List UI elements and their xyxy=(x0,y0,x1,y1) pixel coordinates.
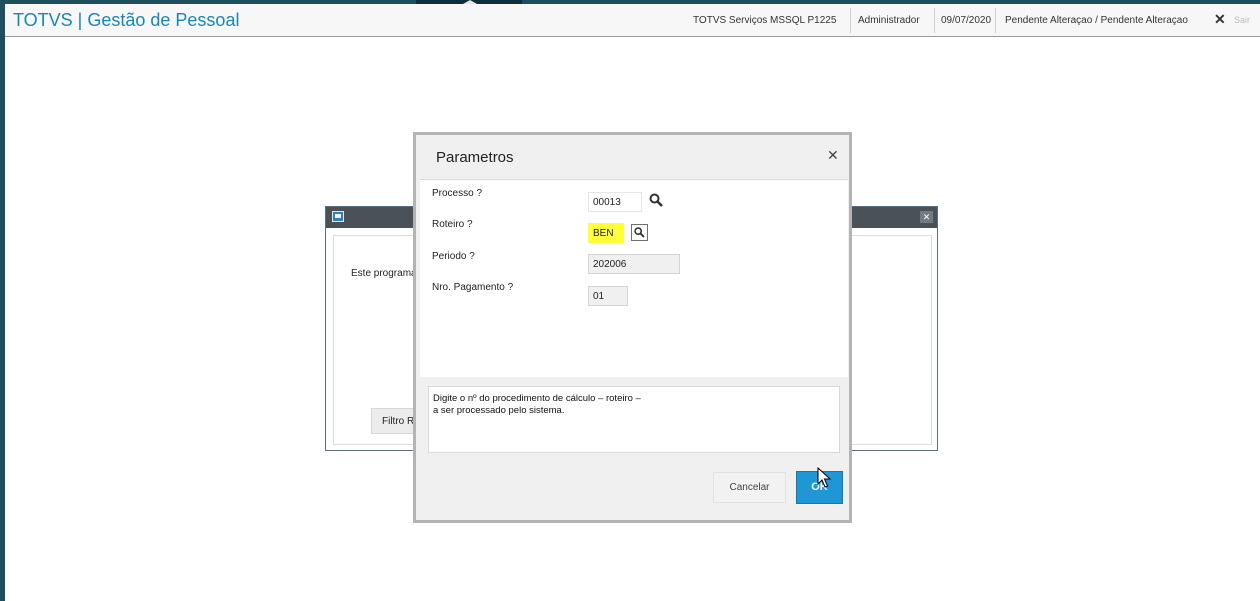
cancel-button[interactable]: Cancelar xyxy=(713,472,786,503)
payment-number-field[interactable]: 01 xyxy=(588,286,628,306)
period-field[interactable]: 202006 xyxy=(588,254,680,274)
parameters-dialog: Parametros ✕ Processo ? 00013 Roteiro ? … xyxy=(413,132,852,523)
payment-number-label: Nro. Pagamento ? xyxy=(432,282,514,293)
exit-label[interactable]: Sair xyxy=(1234,15,1250,25)
help-text-line: a ser processado pelo sistema. xyxy=(433,405,565,416)
search-icon[interactable] xyxy=(648,192,665,209)
close-icon[interactable]: ✕ xyxy=(827,147,839,164)
status-label[interactable]: Pendente Alteraçao / Pendente Alteraçao xyxy=(1005,15,1188,26)
user-label[interactable]: Administrador xyxy=(858,15,920,26)
background-window-text: Este programa xyxy=(351,268,417,279)
period-label: Periodo ? xyxy=(432,251,475,262)
dialog-title: Parametros xyxy=(436,149,514,166)
parameters-panel: Processo ? 00013 Roteiro ? BEN Periodo ?… xyxy=(420,179,848,377)
search-icon[interactable] xyxy=(631,224,648,241)
process-label: Processo ? xyxy=(432,188,483,199)
script-field[interactable]: BEN xyxy=(588,223,624,243)
header-divider xyxy=(850,8,851,33)
help-text-line: Digite o nº do procedimento de cálculo –… xyxy=(433,393,641,404)
window-icon xyxy=(332,211,344,222)
close-icon[interactable]: ✕ xyxy=(920,211,933,223)
header-divider xyxy=(995,8,996,33)
mouse-cursor-icon xyxy=(817,467,832,488)
left-frame xyxy=(0,4,5,601)
help-text-box: Digite o nº do procedimento de cálculo –… xyxy=(428,386,840,453)
script-label: Roteiro ? xyxy=(432,219,473,230)
app-title: TOTVS | Gestão de Pessoal xyxy=(13,10,240,30)
process-field[interactable]: 00013 xyxy=(588,192,642,212)
close-icon[interactable]: ✕ xyxy=(1214,11,1226,28)
date-label[interactable]: 09/07/2020 xyxy=(941,15,991,26)
app-header: TOTVS | Gestão de Pessoal TOTVS Serviços… xyxy=(5,4,1260,37)
environment-label[interactable]: TOTVS Serviços MSSQL P1225 xyxy=(693,15,836,26)
header-divider xyxy=(934,8,935,33)
